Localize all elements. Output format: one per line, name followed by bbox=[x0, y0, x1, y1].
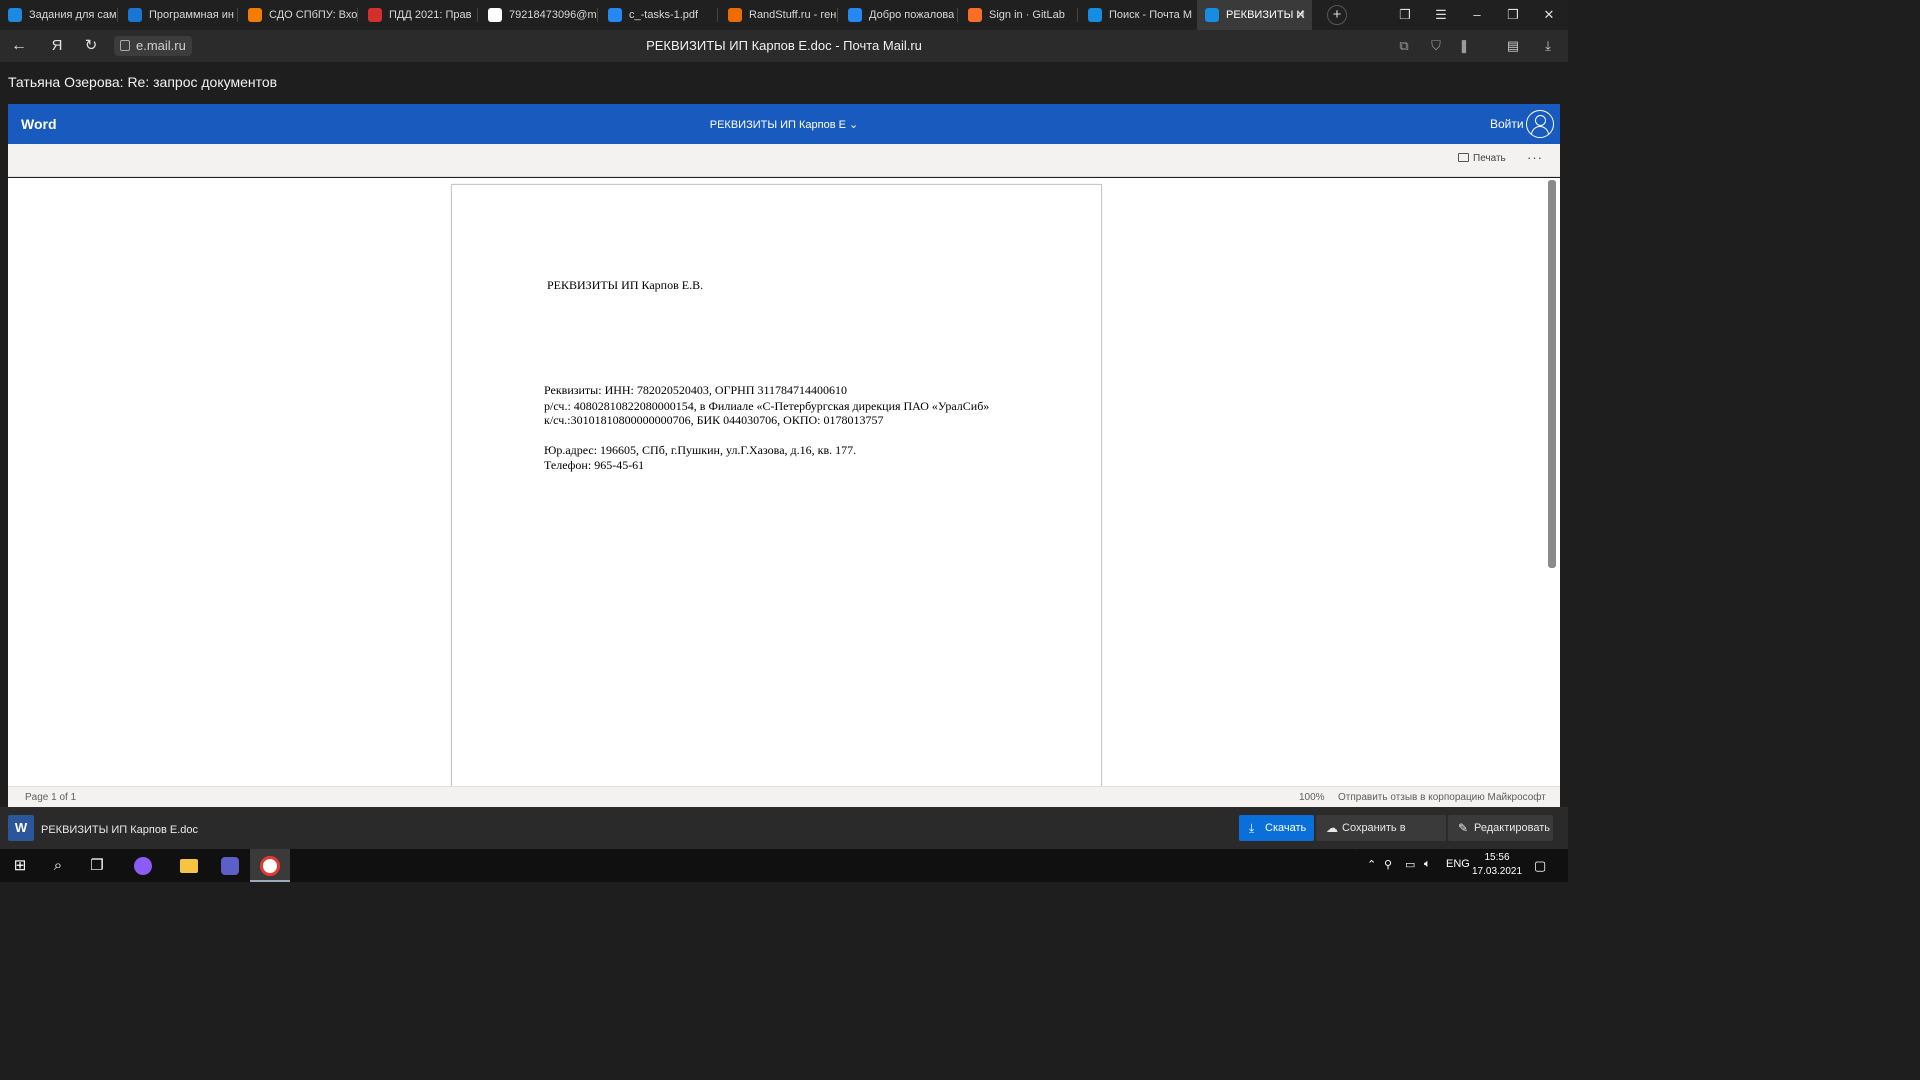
browser-tab-title: Добро пожалова bbox=[869, 9, 955, 21]
browser-tab[interactable]: 79218473096@m bbox=[480, 0, 598, 30]
document-page: РЕКВИЗИТЫ ИП Карпов Е.В. Реквизиты: ИНН:… bbox=[451, 184, 1102, 786]
browser-tab[interactable]: СДО СПбПУ: Вхо bbox=[240, 0, 358, 30]
browser-tab[interactable]: RandStuff.ru - ген bbox=[720, 0, 838, 30]
zoom-level[interactable]: 100% bbox=[1299, 792, 1325, 803]
tab-manager-icon[interactable]: ❐ bbox=[1388, 0, 1422, 30]
minimize-button[interactable]: – bbox=[1460, 0, 1494, 30]
document-line: к/сч.:30101810800000000706, БИК 04403070… bbox=[544, 413, 884, 427]
close-tab-icon[interactable]: ✕ bbox=[1295, 7, 1306, 23]
edit-label: Редактировать bbox=[1474, 822, 1550, 834]
browser-tab-title: Программная ин bbox=[149, 9, 234, 21]
swoosh-icon bbox=[128, 8, 142, 22]
rs-icon bbox=[728, 8, 742, 22]
browser-tab[interactable]: Добро пожалова bbox=[840, 0, 958, 30]
mail-icon bbox=[1205, 8, 1219, 22]
download-button[interactable]: ⤓ Скачать bbox=[1239, 815, 1314, 841]
clock-date: 17.03.2021 bbox=[1472, 866, 1523, 877]
download-icon: ⤓ bbox=[1249, 821, 1255, 835]
page-count: Page 1 of 1 bbox=[25, 792, 77, 803]
gitlab-icon bbox=[968, 8, 982, 22]
clock-time: 15:56 bbox=[1484, 852, 1510, 863]
browser-tab-title: Задания для сам bbox=[29, 9, 117, 21]
search-icon[interactable]: ⌕ bbox=[38, 849, 78, 882]
windows-start-icon[interactable]: ⊞ bbox=[0, 849, 40, 882]
document-title-text[interactable]: РЕКВИЗИТЫ ИП Карпов Е bbox=[710, 119, 846, 131]
doc-icon bbox=[488, 8, 502, 22]
maximize-button[interactable]: ❐ bbox=[1496, 0, 1530, 30]
menu-icon[interactable]: ☰ bbox=[1424, 0, 1458, 30]
spinner-icon bbox=[8, 8, 22, 22]
browser-tab-title: СДО СПбПУ: Вхо bbox=[269, 9, 358, 21]
yandex-browser-icon[interactable] bbox=[250, 849, 290, 882]
download-label: Скачать bbox=[1265, 822, 1307, 834]
task-view-icon[interactable]: ❐ bbox=[77, 849, 117, 882]
more-options-button[interactable]: ··· bbox=[1527, 150, 1543, 165]
word-file-icon: W bbox=[8, 815, 34, 841]
mail-icon bbox=[1088, 8, 1102, 22]
downloads-icon[interactable]: ⤓ bbox=[1540, 38, 1556, 54]
vk-icon bbox=[608, 8, 622, 22]
file-explorer-icon[interactable] bbox=[169, 849, 209, 882]
save-to-cloud-button[interactable]: ☁Сохранить в Облако bbox=[1316, 815, 1446, 860]
document-line: Юр.адрес: 196605, СПб, г.Пушкин, ул.Г.Ха… bbox=[544, 443, 857, 457]
browser-tab-title: РЕКВИЗИТЫ И bbox=[1226, 9, 1305, 21]
tray-chevron-icon[interactable]: ⌃ bbox=[1367, 858, 1376, 871]
vertical-scrollbar[interactable] bbox=[1548, 180, 1556, 568]
document-heading: РЕКВИЗИТЫ ИП Карпов Е.В. bbox=[547, 278, 704, 292]
browser-tab-title: Sign in · GitLab bbox=[989, 9, 1065, 21]
printer-icon bbox=[1458, 153, 1469, 162]
copy-icon[interactable]: ⧉ bbox=[1396, 38, 1412, 54]
feedback-link[interactable]: Отправить отзыв в корпорацию Майкрософт bbox=[1338, 792, 1546, 803]
protect-icon[interactable]: ⛉ bbox=[1428, 38, 1444, 54]
mail-subject: Татьяна Озерова: Re: запрос документов bbox=[8, 74, 278, 90]
word-status-bar bbox=[8, 786, 1560, 807]
print-button[interactable]: Печать bbox=[1458, 153, 1506, 164]
clock[interactable]: 15:56 17.03.2021 bbox=[1472, 851, 1522, 879]
notifications-icon[interactable]: ▢ bbox=[1534, 858, 1546, 874]
browser-tab-title: RandStuff.ru - ген bbox=[749, 9, 837, 21]
avatar-icon[interactable] bbox=[1526, 110, 1554, 138]
edit-icon: ✎ bbox=[1458, 821, 1469, 835]
browser-tab[interactable]: ПДД 2021: Прав bbox=[360, 0, 478, 30]
browser-tab[interactable]: Sign in · GitLab bbox=[960, 0, 1078, 30]
browser-tab[interactable]: РЕКВИЗИТЫ И ✕ bbox=[1197, 0, 1312, 30]
chevron-down-icon[interactable]: ⌄ bbox=[849, 119, 858, 131]
document-canvas[interactable]: РЕКВИЗИТЫ ИП Карпов Е.В. Реквизиты: ИНН:… bbox=[8, 178, 1560, 786]
volume-icon[interactable]: 🔈︎ bbox=[1424, 858, 1431, 871]
browser-tab-title: c_-tasks-1.pdf bbox=[629, 9, 699, 21]
moodle-icon bbox=[248, 8, 262, 22]
document-line: р/сч.: 40802810822080000154, в Филиале «… bbox=[544, 399, 990, 413]
network-icon[interactable]: ⚲ bbox=[1384, 858, 1392, 871]
new-tab-button[interactable]: + bbox=[1327, 5, 1347, 25]
browser-tab-title: ПДД 2021: Прав bbox=[389, 9, 472, 21]
word-ribbon bbox=[8, 144, 1560, 177]
print-label: Печать bbox=[1473, 153, 1506, 164]
document-line: Телефон: 965-45-61 bbox=[544, 458, 645, 472]
signin-link[interactable]: Войти bbox=[1490, 117, 1524, 131]
edit-button[interactable]: ✎ Редактировать bbox=[1448, 815, 1553, 841]
document-title[interactable]: РЕКВИЗИТЫ ИП Карпов Е ⌄ bbox=[0, 118, 1568, 131]
teams-icon[interactable] bbox=[210, 849, 250, 882]
page-title: РЕКВИЗИТЫ ИП Карпов Е.doc - Почта Mail.r… bbox=[646, 38, 922, 53]
browser-tab[interactable]: Программная ин bbox=[120, 0, 238, 30]
document-line: Реквизиты: ИНН: 782020520403, ОГРНП 3117… bbox=[544, 383, 848, 397]
display-icon[interactable]: ▭ bbox=[1405, 858, 1415, 871]
language-indicator[interactable]: ENG bbox=[1446, 858, 1470, 870]
vk-icon bbox=[848, 8, 862, 22]
browser-tab-title: Поиск - Почта М bbox=[1109, 9, 1193, 21]
gear-icon bbox=[368, 8, 382, 22]
collections-icon[interactable]: ▤ bbox=[1505, 38, 1521, 54]
alice-icon[interactable] bbox=[123, 849, 163, 882]
bookmark-icon[interactable]: ❚ bbox=[1456, 38, 1472, 54]
browser-tab-title: 79218473096@m bbox=[509, 9, 597, 21]
browser-tab[interactable]: Задания для сам bbox=[0, 0, 118, 30]
browser-tab[interactable]: c_-tasks-1.pdf bbox=[600, 0, 718, 30]
cloud-icon: ☁ bbox=[1326, 821, 1338, 835]
attachment-filename: РЕКВИЗИТЫ ИП Карпов Е.doc bbox=[41, 824, 199, 836]
close-window-button[interactable]: ✕ bbox=[1532, 0, 1566, 30]
browser-tab[interactable]: Поиск - Почта М bbox=[1080, 0, 1198, 30]
